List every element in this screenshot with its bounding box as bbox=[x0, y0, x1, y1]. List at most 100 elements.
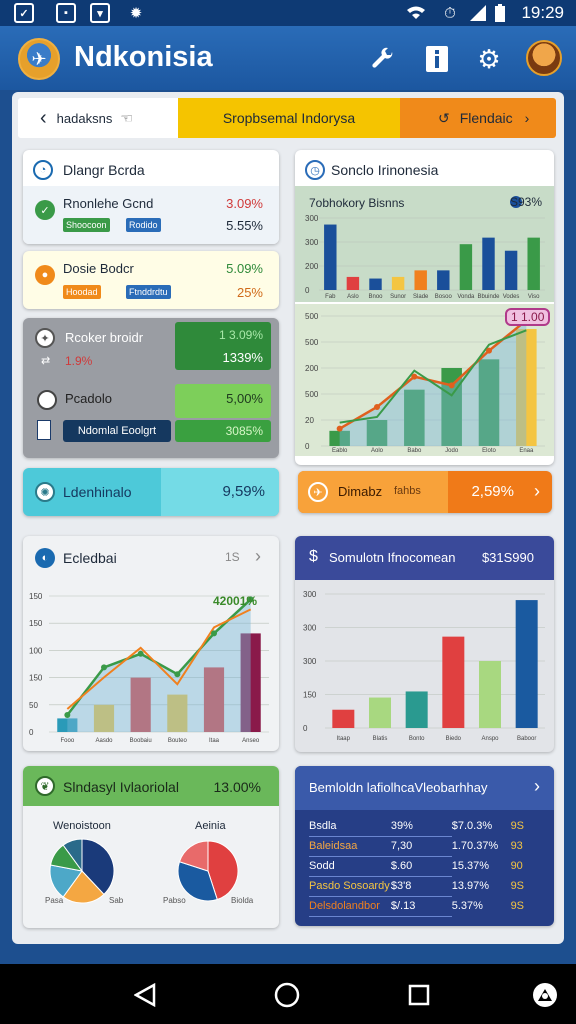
table-cell-c3: 9S bbox=[510, 820, 525, 832]
battery-icon bbox=[494, 3, 506, 23]
left-cyan-card[interactable]: ✺ Ldenhinalo 9,59% bbox=[23, 468, 279, 516]
wrench-icon[interactable] bbox=[366, 42, 400, 76]
table-cell-c1: 7,30 bbox=[390, 836, 452, 857]
wifi-icon bbox=[406, 3, 426, 23]
check-icon: ✓ bbox=[35, 200, 55, 220]
table-row[interactable]: Pasdo Sosoardy $3'8 13.97% 9S bbox=[309, 876, 541, 897]
y-tick-label: 500 bbox=[305, 338, 319, 347]
right-tab-label: Flendaic bbox=[459, 110, 513, 126]
compass-icon: ✦ bbox=[35, 328, 55, 348]
center-tab[interactable]: Sropbsemal Indorysa bbox=[178, 98, 400, 138]
normal-export-button[interactable]: Ndomlal Eoolgrt bbox=[63, 420, 171, 442]
row2-value1: 5.09% bbox=[226, 261, 263, 276]
gauge-icon: ◔ bbox=[33, 160, 53, 180]
x-tick-label: Fab bbox=[325, 294, 336, 300]
table-cell-name: Bsdla bbox=[309, 816, 391, 837]
shield-notification-icon: ▾ bbox=[90, 3, 110, 23]
x-tick-label: Viso bbox=[528, 294, 540, 300]
table-row[interactable]: Baleidsaa 7,30 1.70.37% 93 bbox=[309, 836, 541, 857]
x-tick-label: Vonda bbox=[457, 294, 475, 300]
table-row[interactable]: Delsdolandbor $/.13 5.37% 9S bbox=[309, 896, 541, 917]
table-row[interactable]: Bsdla 39% $7.0.3% 9S bbox=[309, 816, 541, 837]
ring-icon bbox=[37, 390, 57, 410]
rocket-icon: ✈ bbox=[308, 482, 328, 502]
table-row[interactable]: Sodd $.60 15.37% 90 bbox=[309, 856, 541, 877]
x-tick-label: Bbuinde bbox=[477, 294, 500, 300]
line-point bbox=[174, 671, 181, 678]
layers-icon: ◐ bbox=[35, 548, 55, 568]
left-mid-card[interactable]: ◐ Ecledbai 1S › 150 150 100 150 50 0 Fooo Aasdo… bbox=[23, 536, 279, 751]
image-notification-icon: ▪ bbox=[56, 3, 76, 23]
x-tick-label: Boobaiu bbox=[130, 738, 152, 744]
line-point bbox=[137, 650, 144, 657]
chart-icon: ◷ bbox=[305, 160, 325, 180]
bar bbox=[504, 250, 518, 290]
bar bbox=[459, 244, 473, 290]
mini-bar-chart: 300 300 200 0 Fab Aslo Bnoo Sunor Slade Bosoo Vond… bbox=[305, 214, 545, 300]
y-tick-label: 150 bbox=[29, 592, 43, 601]
x-tick-label: Vodes bbox=[503, 294, 520, 300]
gray-box-bottom: 1339% bbox=[222, 350, 263, 365]
assistant-nav-icon[interactable] bbox=[528, 978, 562, 1012]
right-tab[interactable]: ↺ Flendaic › bbox=[400, 98, 556, 138]
left-row2-card[interactable]: ● Dosie Bodcr 5.09% Hoodad Ftnddrdtu 25% bbox=[23, 251, 279, 309]
app-title: Ndkonisia bbox=[74, 41, 213, 73]
x-tick-label: Bnoo bbox=[368, 294, 383, 300]
table-cell-c3: 9S bbox=[510, 900, 525, 912]
chevron-right-icon[interactable]: › bbox=[534, 776, 540, 797]
table-cell-c1: 39% bbox=[390, 816, 452, 837]
left-bottom-card[interactable]: ❦ Slndasyl Ivlaoriolal 13.00% Wenoistoon… bbox=[23, 766, 279, 928]
line-point bbox=[211, 630, 217, 637]
line-point bbox=[486, 347, 492, 354]
pie2-label-2: Biolda bbox=[231, 896, 254, 905]
left-bottom-header: Slndasyl Ivlaoriolal bbox=[63, 779, 179, 795]
row1-title: Rnonlehe Gcnd bbox=[63, 196, 154, 211]
y-tick-label: 0 bbox=[303, 724, 308, 733]
right-bottom-card[interactable]: Bemloldn lafiolhcaVleobarhhay › Bsdla 39%… bbox=[295, 766, 554, 926]
line-point bbox=[448, 382, 455, 389]
left-gray-card[interactable]: ✦ Rcoker broidr ⇄ 1.9% 1 3.09% 1339% Pca… bbox=[23, 318, 279, 458]
table-cell-c3: 9S bbox=[510, 880, 525, 892]
bar bbox=[369, 278, 382, 290]
chevron-right-icon[interactable]: › bbox=[534, 481, 540, 502]
right-mid-header: Somulotn Ifnocomean bbox=[329, 550, 456, 565]
hand-icon: ☜ bbox=[120, 109, 133, 126]
right-bar-chart: 300 300 300 150 0 Itaap Blatis Bonto Biedo Anspo B… bbox=[303, 590, 545, 742]
pie1-label-1: Pasa bbox=[45, 896, 64, 905]
y-tick-label: 150 bbox=[29, 619, 43, 628]
row2-tag2: Ftnddrdtu bbox=[126, 285, 171, 299]
nav-row: ‹ hadaksns ☜ Sropbsemal Indorysa ↺ Flend… bbox=[18, 98, 556, 138]
bar bbox=[324, 224, 337, 290]
chevron-right-icon[interactable]: › bbox=[255, 546, 261, 567]
orange-value: 2,59% bbox=[471, 483, 514, 500]
info-icon[interactable] bbox=[420, 42, 454, 76]
back-nav-icon[interactable] bbox=[128, 978, 162, 1012]
right-top-card[interactable]: ◷ Sonclo Irinonesia 7obhokory Bisnns S93… bbox=[295, 150, 554, 465]
right-orange-card[interactable]: ✈ Dimabz fahbs 2,59% › bbox=[298, 471, 552, 513]
home-nav-icon[interactable] bbox=[270, 978, 304, 1012]
leaf-icon: ❦ bbox=[35, 776, 55, 796]
y-tick-label: 150 bbox=[29, 674, 43, 683]
recents-nav-icon[interactable] bbox=[402, 978, 436, 1012]
x-tick-label: Eablo bbox=[332, 448, 348, 454]
pie1-title: Wenoistoon bbox=[53, 820, 111, 832]
y-tick-label: 300 bbox=[303, 657, 317, 666]
bar bbox=[369, 697, 391, 728]
settings-gear-icon[interactable]: ⚙ bbox=[472, 42, 506, 76]
app-notification-icon: ✓ bbox=[14, 3, 34, 23]
x-tick-label: Itaap bbox=[337, 736, 351, 742]
table-cell-c2: 5.37% bbox=[451, 900, 483, 912]
mini-chart-title: 7obhokory Bisnns bbox=[309, 196, 405, 210]
left-top-card[interactable]: ◔ Dlangr Bcrda ✓ Rnonlehe Gcnd 3.09% Sho… bbox=[23, 150, 279, 244]
right-mid-card[interactable]: $ Somulotn Ifnocomean $31S990 300 300 300 1… bbox=[295, 536, 554, 752]
y-tick-label: 150 bbox=[303, 691, 317, 700]
row2-tag1: Hoodad bbox=[63, 285, 101, 299]
avatar[interactable] bbox=[526, 40, 562, 76]
x-tick-label: Enaa bbox=[519, 448, 534, 454]
chevron-right-icon: › bbox=[524, 110, 530, 126]
gray-row2-title: Pcadolo bbox=[65, 391, 112, 406]
back-button[interactable]: ‹ hadaksns ☜ bbox=[18, 98, 178, 138]
dollar-icon: $ bbox=[309, 548, 318, 565]
left-mid-header: Ecledbai bbox=[63, 550, 117, 566]
app-bar: ✈ Ndkonisia ⚙ bbox=[0, 26, 576, 90]
